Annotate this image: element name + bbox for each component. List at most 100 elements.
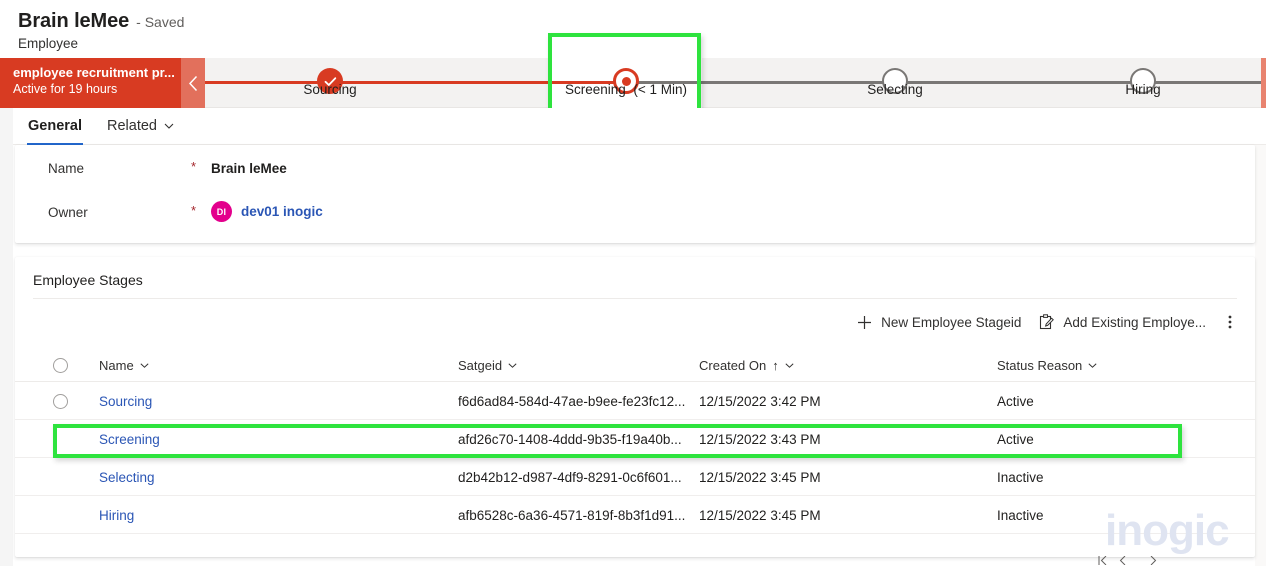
process-stage-label: Sourcing [303,82,357,97]
tab-label: Related [107,118,157,134]
table-row[interactable]: Sourcing f6d6ad84-584d-47ae-b9ee-fe23fc1… [15,382,1255,420]
subgrid-rows: Sourcing f6d6ad84-584d-47ae-b9ee-fe23fc1… [15,382,1255,534]
row-select-cell[interactable] [53,382,93,420]
column-header-name[interactable]: Name [99,349,449,382]
row-name-link[interactable]: Hiring [99,496,449,534]
column-header-created-on[interactable]: Created On ↑ [699,349,979,382]
command-label: New Employee Stageid [881,314,1022,330]
tab-label: General [28,118,82,134]
owner-lookup-chip[interactable]: DI dev01 inogic [211,201,323,222]
chevron-down-icon [1088,363,1097,368]
row-created-on: 12/15/2022 3:42 PM [699,393,821,409]
subgrid-command-bar: New Employee Stageid Add Existing Employ… [15,303,1255,341]
column-header-label: Satgeid [458,358,503,373]
process-stage-duration: (< 1 Min) [633,82,687,97]
table-row[interactable]: Hiring afb6528c-6a36-4571-819f-8b3f1d91.… [15,496,1255,534]
column-header-satgeid[interactable]: Satgeid [458,349,688,382]
row-select-cell[interactable] [53,420,93,458]
process-stage-selecting[interactable]: Selecting [819,58,971,108]
process-stage-track: Sourcing Screening (< 1 Min) Selecting H… [205,58,1261,108]
process-banner[interactable]: employee recruitment pr... Active for 19… [0,58,181,108]
sort-ascending-icon: ↑ [772,358,779,373]
chevron-down-icon [785,363,794,368]
row-selector-circle[interactable] [53,358,68,373]
row-satgeid: afd26c70-1408-4ddd-9b35-f19a40b... [458,431,682,447]
subgrid-pagination[interactable] [1098,556,1157,566]
row-created-on: 12/15/2022 3:45 PM [699,469,821,485]
record-title-row: Brain leMee - Saved [18,10,184,33]
row-satgeid: afb6528c-6a36-4571-819f-8b3f1d91... [458,507,686,523]
chevron-left-icon[interactable] [181,58,205,108]
name-field-value[interactable]: Brain leMee [211,161,287,176]
process-stage-label: Hiring [1125,82,1161,97]
add-existing-icon [1039,314,1055,330]
process-banner-name: employee recruitment pr... [13,65,175,80]
business-process-flow: employee recruitment pr... Active for 19… [0,58,1266,108]
table-row[interactable]: Screening afd26c70-1408-4ddd-9b35-f19a40… [15,420,1255,458]
process-stage-name: Screening [565,82,626,97]
more-vertical-icon[interactable] [1215,305,1245,339]
plus-icon [857,315,872,330]
table-row[interactable]: Selecting d2b42b12-d987-4df9-8291-0c6f60… [15,458,1255,496]
previous-page-icon[interactable] [1119,556,1126,566]
process-stage-screening[interactable]: Screening (< 1 Min) [550,58,702,108]
entity-name-label: Employee [18,36,79,51]
right-rail [1255,108,1266,566]
employee-stages-subgrid-card: Employee Stages New Employee Stageid Add… [15,257,1255,557]
row-select-cell[interactable] [53,458,93,496]
select-all-rows-checkbox[interactable] [53,349,93,382]
chevron-down-icon [508,363,517,368]
tab-general[interactable]: General [18,108,92,145]
row-status-reason: Active [997,431,1034,447]
row-status-reason: Inactive [997,469,1044,485]
required-indicator: * [191,159,197,174]
process-banner-subtitle: Active for 19 hours [13,82,118,96]
watermark-text-o: o [1142,506,1169,555]
new-employee-stageid-button[interactable]: New Employee Stageid [848,305,1030,339]
avatar: DI [211,201,232,222]
next-page-icon[interactable] [1150,556,1157,566]
owner-field-value[interactable]: dev01 inogic [241,204,323,219]
subgrid-header-row: Name Satgeid Created On ↑ Status Reason [15,349,1255,382]
page-title: Brain leMee [18,10,130,32]
row-name-link[interactable]: Sourcing [99,382,449,420]
process-stage-label: Screening (< 1 Min) [550,82,702,97]
process-stage-hiring[interactable]: Hiring [1067,58,1219,108]
save-status-label: - Saved [136,14,185,30]
field-row-name: Name * Brain leMee [15,157,1255,187]
row-selector-circle[interactable] [53,393,68,409]
chevron-down-icon [140,363,149,368]
process-stage-sourcing[interactable]: Sourcing [254,58,406,108]
form-tab-bar: General Related [13,108,1266,145]
command-label: Add Existing Employe... [1063,314,1206,330]
watermark-text-before: in [1105,506,1143,555]
row-status-reason: Active [997,393,1034,409]
record-header: Brain leMee - Saved Employee [0,0,1266,58]
row-created-on: 12/15/2022 3:43 PM [699,431,821,447]
watermark-text-after: gic [1168,506,1230,555]
row-satgeid: f6d6ad84-584d-47ae-b9ee-fe23fc12... [458,393,686,409]
subgrid-title-divider [33,298,1237,299]
first-page-icon[interactable] [1098,556,1107,566]
name-field-label: Name [48,161,85,176]
app-root: Brain leMee - Saved Employee employee re… [0,0,1266,566]
general-section-card: Name * Brain leMee Owner * DI dev01 inog… [15,145,1255,243]
chevron-down-icon [164,123,174,129]
row-created-on: 12/15/2022 3:45 PM [699,507,821,523]
add-existing-employee-button[interactable]: Add Existing Employe... [1030,305,1215,339]
tab-related[interactable]: Related [97,108,184,145]
subgrid-title: Employee Stages [33,272,143,288]
column-header-status-reason[interactable]: Status Reason [997,349,1217,382]
row-select-cell[interactable] [53,496,93,534]
required-indicator: * [191,203,197,218]
row-name-link[interactable]: Selecting [99,458,449,496]
column-header-label: Name [99,358,134,373]
column-header-label: Created On [699,358,767,373]
row-name-link[interactable]: Screening [99,420,449,458]
process-stage-label: Selecting [867,82,923,97]
field-row-owner: Owner * DI dev01 inogic [15,201,1255,231]
process-flow-right-edge [1261,58,1266,108]
owner-field-label: Owner [48,205,88,220]
inogic-watermark: inogic [1105,506,1230,556]
column-header-label: Status Reason [997,358,1083,373]
